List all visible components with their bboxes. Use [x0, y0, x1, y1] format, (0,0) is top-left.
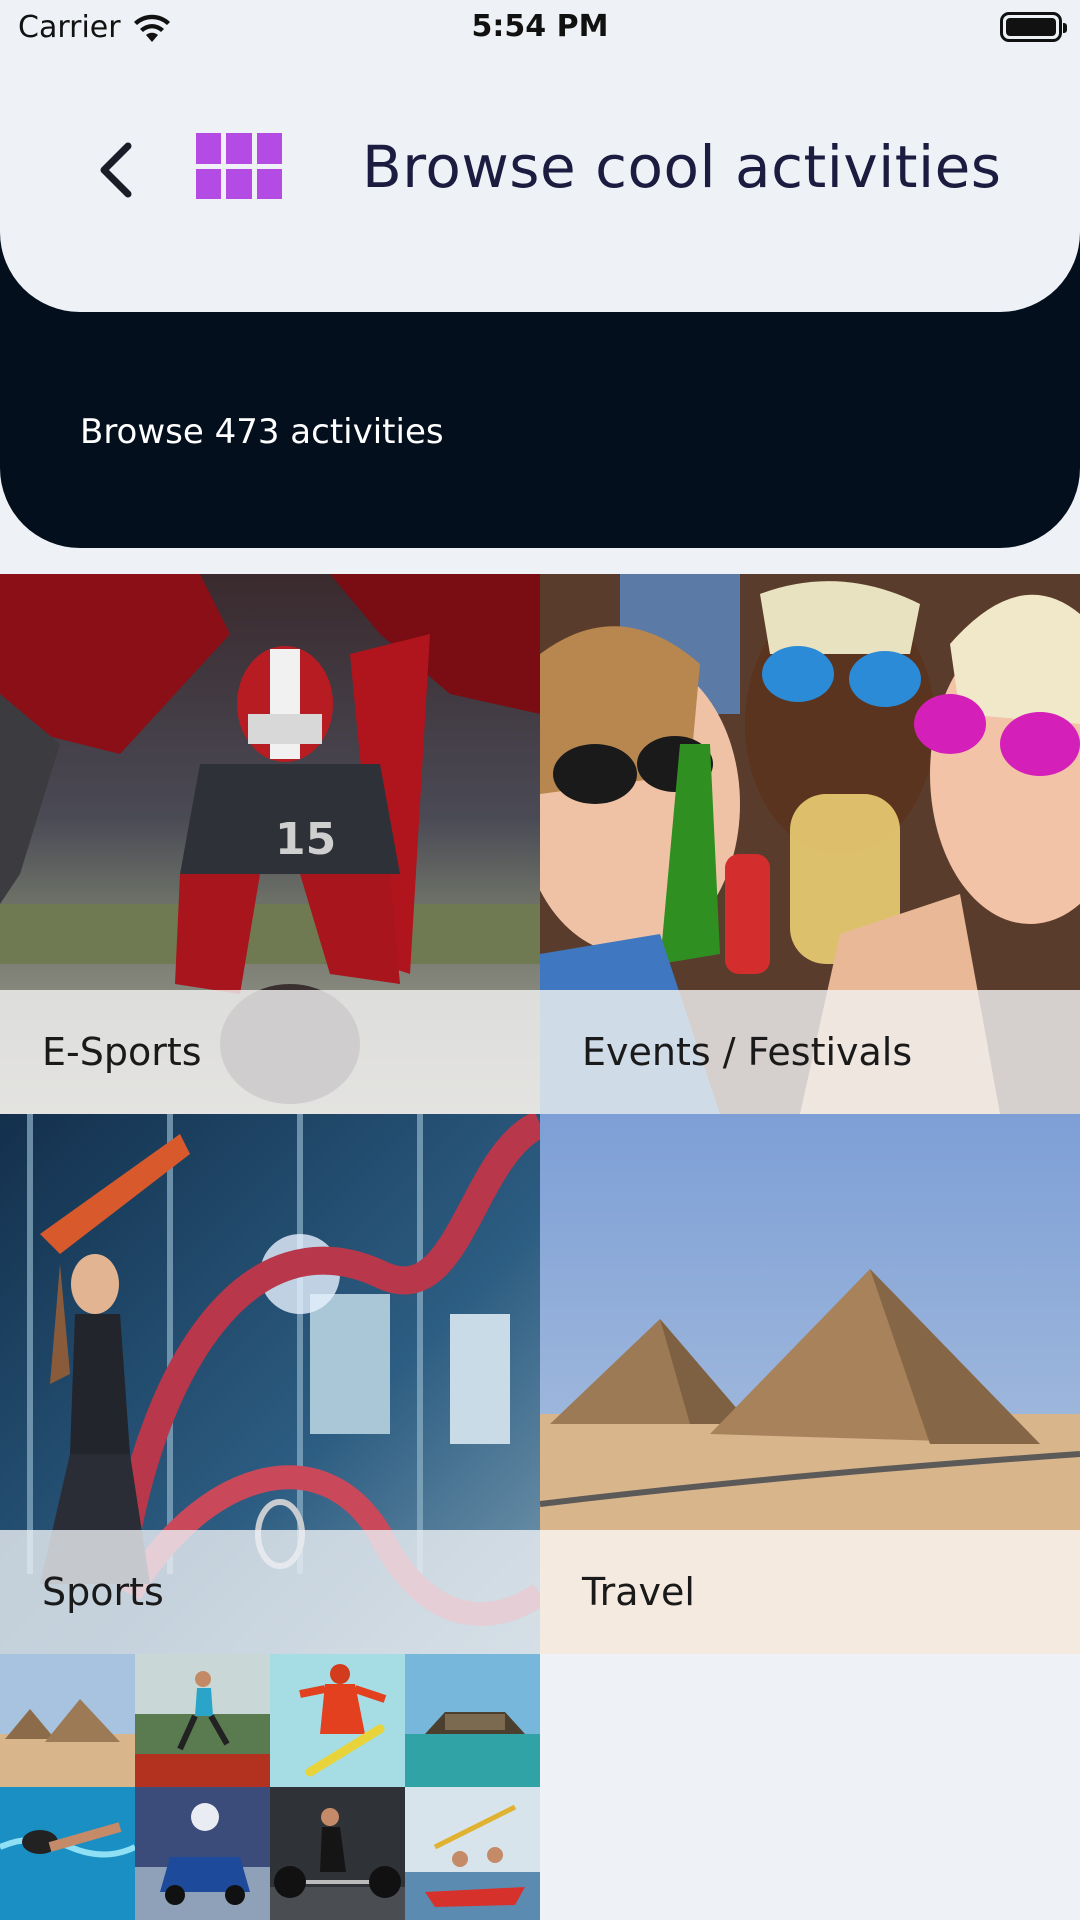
category-label: Events / Festivals [582, 1030, 913, 1074]
category-label: Travel [582, 1570, 695, 1614]
category-tile-mosaic[interactable] [0, 1654, 540, 1920]
category-label: Sports [42, 1570, 164, 1614]
clock: 5:54 PM [471, 9, 609, 44]
category-tile-travel[interactable]: Travel [540, 1114, 1080, 1654]
category-tile-events-festivals[interactable]: Events / Festivals [540, 574, 1080, 1114]
mosaic-image-kayak [405, 1787, 540, 1920]
mosaic-image-karting [135, 1787, 270, 1920]
status-bar: Carrier 5:54 PM [0, 0, 1080, 56]
mosaic-image-island [405, 1654, 540, 1787]
activity-count: Browse 473 activities [80, 412, 444, 452]
page-title: Browse cool activities [362, 133, 1002, 201]
svg-text:15: 15 [275, 814, 336, 865]
category-label: E-Sports [42, 1030, 202, 1074]
mosaic-image-swimmer [0, 1787, 135, 1920]
category-tile-sports[interactable]: Sports [0, 1114, 540, 1654]
mosaic-image-runner [135, 1654, 270, 1787]
grid-icon[interactable] [196, 133, 282, 199]
mosaic-image-weightlifting [270, 1787, 405, 1920]
category-tile-esports[interactable]: 15 E-Sports [0, 574, 540, 1114]
battery-icon [1000, 12, 1067, 42]
back-chevron-icon[interactable] [96, 142, 136, 198]
mosaic-image-pyramids [0, 1654, 135, 1787]
mosaic-image-snowboarder [270, 1654, 405, 1787]
